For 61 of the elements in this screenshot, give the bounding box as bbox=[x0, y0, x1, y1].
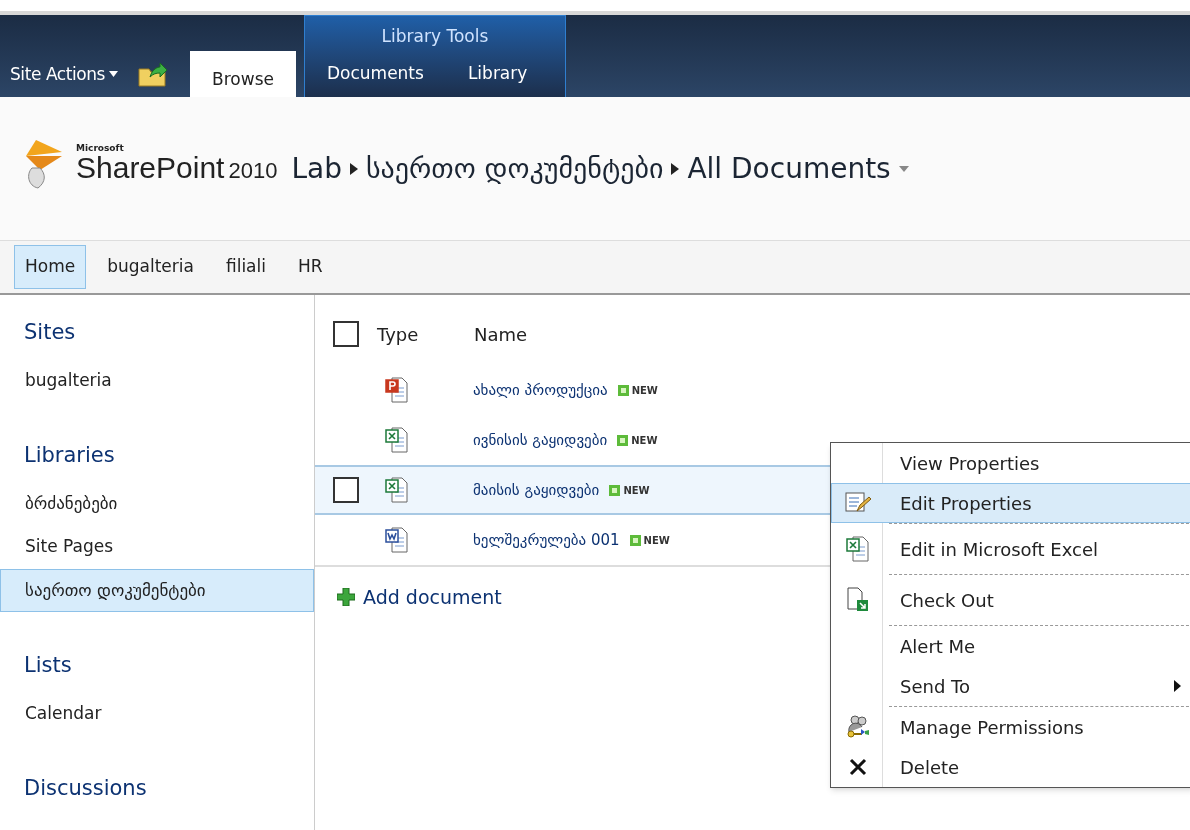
folder-arrow-icon[interactable] bbox=[138, 61, 169, 87]
add-document-link[interactable]: Add document bbox=[363, 583, 502, 612]
menu-item[interactable]: Edit in Microsoft Excel bbox=[831, 524, 1190, 574]
logo-text: SharePoint bbox=[76, 153, 225, 183]
caret-icon[interactable] bbox=[898, 165, 909, 172]
powerpoint-file-icon bbox=[385, 376, 409, 404]
menu-item[interactable]: Send To bbox=[831, 666, 1190, 706]
menu-item[interactable]: Manage Permissions bbox=[831, 707, 1190, 747]
sidebar-heading[interactable]: Sites bbox=[0, 317, 314, 349]
users-key-icon bbox=[845, 714, 871, 740]
new-label: NEW bbox=[643, 533, 670, 548]
nav-tab[interactable]: bugalteria bbox=[96, 245, 205, 289]
menu-item[interactable]: Check Out bbox=[831, 575, 1190, 625]
menu-item[interactable]: Edit Properties bbox=[831, 483, 1190, 523]
ribbon-tab[interactable]: Browse bbox=[190, 51, 296, 97]
new-label: NEW bbox=[631, 433, 658, 448]
select-all-checkbox[interactable] bbox=[333, 321, 359, 347]
sidebar-item[interactable]: bugalteria bbox=[0, 358, 314, 402]
document-row[interactable]: ახალი პროდუქცია NEW bbox=[315, 365, 1190, 415]
nav-tab[interactable]: HR bbox=[287, 245, 334, 289]
sidebar-item[interactable]: Site Pages bbox=[0, 525, 314, 569]
excel-file-icon bbox=[385, 426, 409, 454]
caret-icon bbox=[109, 71, 119, 78]
new-label: NEW bbox=[631, 383, 658, 398]
document-link[interactable]: ახალი პროდუქცია bbox=[473, 378, 608, 402]
sidebar-heading[interactable]: Libraries bbox=[0, 440, 314, 472]
ribbon-tab[interactable]: Library bbox=[445, 51, 550, 97]
sidebar-item[interactable]: Calendar bbox=[0, 691, 314, 735]
sidebar-item[interactable]: საერთო დოკუმენტები bbox=[0, 568, 314, 612]
site-actions-menu[interactable]: Site Actions bbox=[10, 61, 119, 87]
sidebar-heading[interactable]: Lists bbox=[0, 650, 314, 682]
chevron-right-icon bbox=[671, 162, 680, 175]
excel-file-icon bbox=[385, 476, 409, 504]
sidebar-heading[interactable]: Discussions bbox=[0, 773, 314, 805]
sidebar-item[interactable]: ბრძანებები bbox=[0, 481, 314, 525]
document-link[interactable]: მაისის გაყიდვები bbox=[473, 478, 600, 502]
breadcrumb-item: All Documents bbox=[687, 150, 891, 187]
ribbon-tab[interactable]: Documents bbox=[304, 51, 446, 97]
nav-tab[interactable]: filiali bbox=[214, 245, 277, 289]
document-link[interactable]: ხელშეკრულება 001 bbox=[473, 528, 620, 552]
column-header[interactable]: Name bbox=[474, 320, 528, 348]
excel-file-icon bbox=[846, 535, 870, 563]
new-label: NEW bbox=[623, 483, 650, 498]
logo-brand: Microsoft bbox=[76, 144, 125, 153]
word-file-icon bbox=[385, 526, 409, 554]
chevron-right-icon bbox=[349, 162, 358, 175]
logo-version: 2010 bbox=[228, 160, 278, 182]
submenu-arrow-icon bbox=[1174, 680, 1181, 692]
group-title: Library Tools bbox=[380, 25, 490, 48]
plus-icon bbox=[337, 588, 355, 607]
menu-item[interactable]: Alert Me bbox=[831, 626, 1190, 666]
column-header[interactable]: Type bbox=[377, 320, 474, 348]
edit-pencil-icon bbox=[845, 491, 871, 515]
close-icon bbox=[848, 757, 868, 777]
breadcrumb-item[interactable]: საერთო დოკუმენტები bbox=[365, 147, 664, 190]
document-arrow-icon bbox=[846, 587, 870, 613]
nav-tab[interactable]: Home bbox=[14, 245, 87, 289]
row-checkbox[interactable] bbox=[333, 477, 359, 503]
document-link[interactable]: ივნისის გაყიდვები bbox=[473, 428, 608, 452]
menu-item[interactable]: Delete bbox=[831, 747, 1190, 787]
breadcrumb-item[interactable]: Lab bbox=[291, 147, 342, 190]
